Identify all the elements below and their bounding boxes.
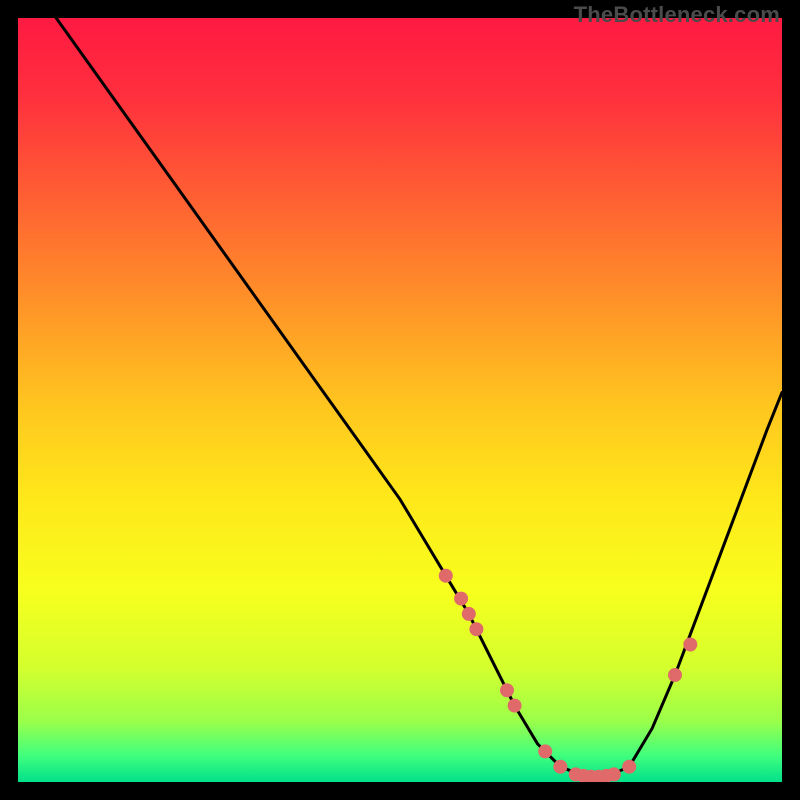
chart-frame [18,18,782,782]
marker-point [469,622,483,636]
gradient-background [18,18,782,782]
marker-point [622,760,636,774]
marker-point [462,607,476,621]
marker-point [508,699,522,713]
marker-point [668,668,682,682]
marker-point [607,767,621,781]
marker-point [439,569,453,583]
watermark-text: TheBottleneck.com [574,2,780,28]
marker-point [683,638,697,652]
bottleneck-chart [18,18,782,782]
marker-point [454,592,468,606]
marker-point [538,744,552,758]
marker-point [500,683,514,697]
marker-point [553,760,567,774]
